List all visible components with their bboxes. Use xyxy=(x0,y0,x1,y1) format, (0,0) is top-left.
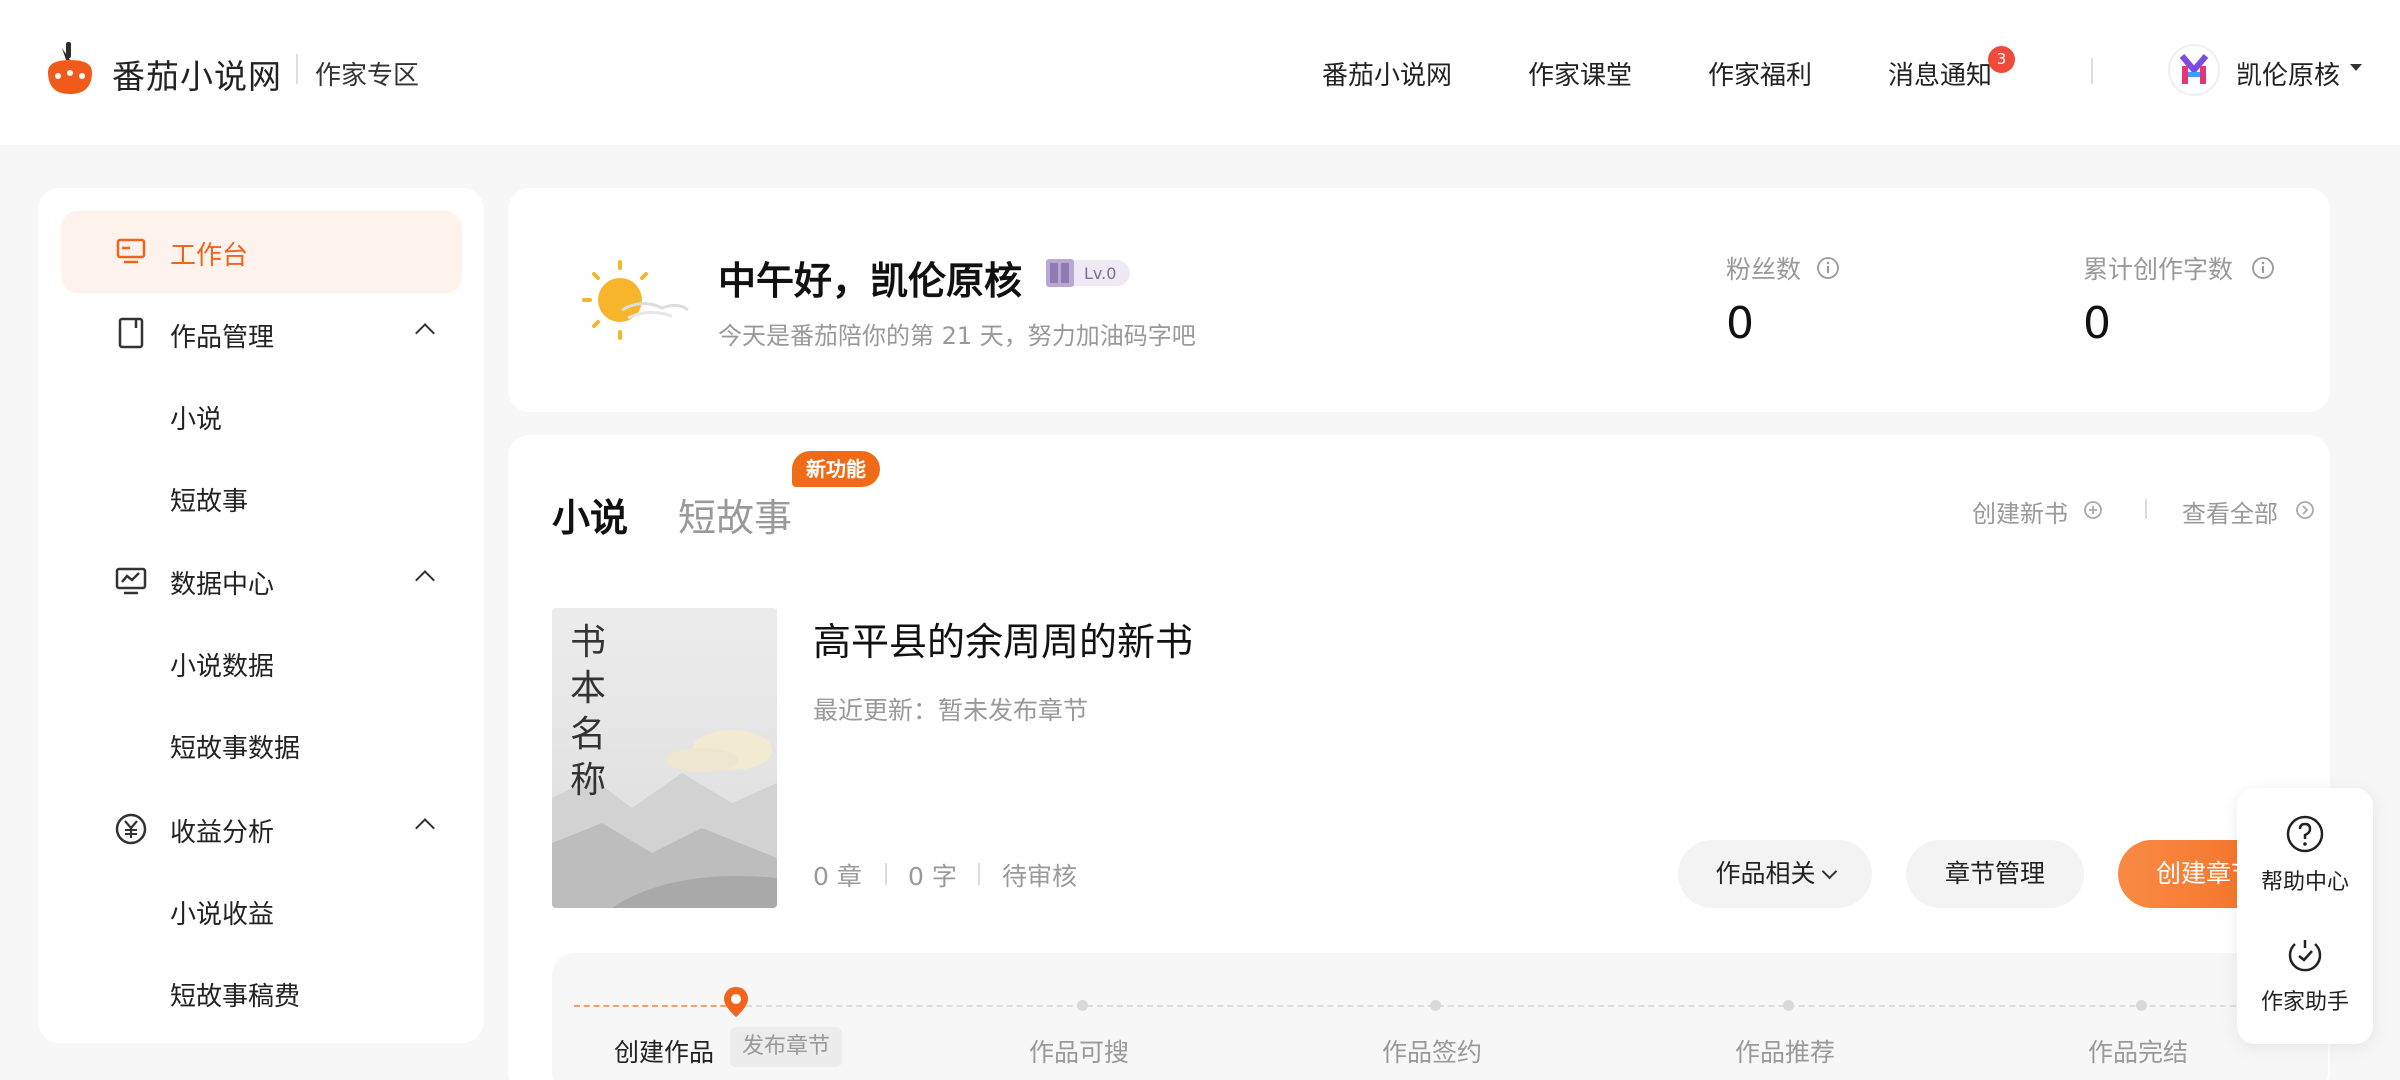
book-cover[interactable]: 书本名称 xyxy=(552,608,777,908)
step-line xyxy=(574,1005,736,1007)
caret-down-icon[interactable] xyxy=(2350,64,2362,71)
publish-chapter-tag[interactable]: 发布章节 xyxy=(730,1027,842,1067)
question-circle-icon[interactable] xyxy=(2285,814,2325,854)
new-feature-badge: 新功能 xyxy=(792,451,880,487)
brand-subtitle: 作家专区 xyxy=(315,61,420,91)
step-work-signed: 作品签约 xyxy=(1382,1038,1483,1067)
assistant-icon[interactable] xyxy=(2285,934,2325,974)
avatar-logo-icon xyxy=(2179,54,2209,84)
tab-short-story[interactable]: 短故事 xyxy=(678,487,792,542)
sun-icon xyxy=(582,260,689,340)
works-card: 小说 短故事 新功能 创建新书 查看全部 书本名称 高平县的余周周的新书 最近更… xyxy=(508,435,2330,1080)
greeting-title: 中午好，凯伦原核 xyxy=(718,259,1023,303)
chevron-up-icon[interactable] xyxy=(415,818,435,838)
divider xyxy=(296,54,298,84)
view-all-link[interactable]: 查看全部 xyxy=(2182,494,2278,529)
writer-assistant-label[interactable]: 作家助手 xyxy=(2237,984,2373,1016)
location-pin-icon xyxy=(724,987,748,1017)
step-dot xyxy=(2136,1000,2147,1011)
step-dot xyxy=(1430,1000,1441,1011)
level-book-icon xyxy=(1046,259,1074,287)
chart-monitor-icon xyxy=(115,567,147,595)
sidebar-item-short-story-fee[interactable]: 短故事稿费 xyxy=(170,976,300,1013)
last-update-text: 最近更新：暂未发布章节 xyxy=(813,696,1089,725)
divider xyxy=(2091,58,2093,84)
step-work-completed: 作品完结 xyxy=(2088,1038,2189,1067)
yuan-coin-icon xyxy=(115,813,147,845)
username[interactable]: 凯伦原核 xyxy=(2236,55,2340,92)
chevron-up-icon[interactable] xyxy=(415,323,435,343)
divider xyxy=(885,863,887,885)
cover-title: 书本名称 xyxy=(570,622,607,801)
step-create-work: 创建作品 xyxy=(614,1038,715,1067)
nav-writer-benefits[interactable]: 作家福利 xyxy=(1708,55,1812,92)
sidebar-label-workbench[interactable]: 工作台 xyxy=(170,235,248,272)
level-badge[interactable]: Lv.0 xyxy=(1042,254,1130,292)
arrow-right-circle-icon[interactable] xyxy=(2294,499,2316,521)
sidebar-item-novel[interactable]: 小说 xyxy=(170,399,222,436)
total-words-value: 0 xyxy=(2083,298,2111,349)
brand-name[interactable]: 番茄小说网 xyxy=(112,50,282,98)
chevron-up-icon[interactable] xyxy=(415,570,435,590)
sidebar: 工作台 作品管理 小说 短故事 数据中心 小说数据 短故事数据 收益分析 小说收… xyxy=(38,188,484,1043)
work-related-button[interactable]: 作品相关 xyxy=(1678,840,1872,908)
book-icon xyxy=(118,317,144,349)
greeting-card: 中午好，凯伦原核 Lv.0 今天是番茄陪你的第 21 天，努力加油码字吧 粉丝数… xyxy=(508,188,2330,412)
sidebar-item-data-center[interactable]: 数据中心 xyxy=(170,564,274,601)
sidebar-item-short-story[interactable]: 短故事 xyxy=(170,481,248,518)
step-line xyxy=(736,1005,2306,1007)
notification-count-badge: 3 xyxy=(1988,46,2015,73)
nav-fanqie-novel[interactable]: 番茄小说网 xyxy=(1322,55,1452,92)
plus-circle-icon[interactable] xyxy=(2082,499,2104,521)
info-icon[interactable] xyxy=(1816,256,1840,280)
sidebar-item-works-manage[interactable]: 作品管理 xyxy=(170,317,274,354)
step-dot xyxy=(1783,1000,1794,1011)
level-text: Lv.0 xyxy=(1084,264,1117,283)
tomato-logo-icon[interactable] xyxy=(44,40,96,96)
top-header: 番茄小说网 作家专区 番茄小说网 作家课堂 作家福利 消息通知 3 凯伦原核 xyxy=(0,0,2400,145)
book-title[interactable]: 高平县的余周周的新书 xyxy=(813,611,1193,666)
nav-notifications[interactable]: 消息通知 xyxy=(1888,55,1992,92)
chapter-manage-button[interactable]: 章节管理 xyxy=(1906,840,2084,908)
fans-value: 0 xyxy=(1726,298,1754,349)
work-related-label: 作品相关 xyxy=(1715,859,1816,888)
nav-writer-class[interactable]: 作家课堂 xyxy=(1528,55,1632,92)
tab-novel[interactable]: 小说 xyxy=(552,487,628,542)
chevron-down-icon xyxy=(1821,863,1837,880)
review-status: 待审核 xyxy=(1002,862,1078,891)
divider xyxy=(2145,499,2147,519)
avatar[interactable] xyxy=(2168,44,2220,96)
step-work-searchable: 作品可搜 xyxy=(1029,1038,1130,1067)
total-words-label: 累计创作字数 xyxy=(2083,255,2234,284)
step-dot xyxy=(1077,1000,1088,1011)
sidebar-item-novel-revenue[interactable]: 小说收益 xyxy=(170,894,274,931)
sidebar-item-short-story-data[interactable]: 短故事数据 xyxy=(170,728,300,765)
step-work-recommended: 作品推荐 xyxy=(1735,1038,1836,1067)
monitor-icon xyxy=(116,238,146,264)
help-center-label[interactable]: 帮助中心 xyxy=(2237,864,2373,896)
create-book-link[interactable]: 创建新书 xyxy=(1972,494,2068,529)
chapter-count: 0 章 xyxy=(813,862,862,891)
progress-steps: 创建作品 发布章节 作品可搜 作品签约 作品推荐 作品完结 xyxy=(552,953,2328,1080)
sidebar-item-novel-data[interactable]: 小说数据 xyxy=(170,646,274,683)
floating-help-panel: 帮助中心 作家助手 xyxy=(2237,788,2373,1044)
chapter-manage-label: 章节管理 xyxy=(1944,859,2045,888)
info-icon[interactable] xyxy=(2251,256,2275,280)
greeting-subtitle: 今天是番茄陪你的第 21 天，努力加油码字吧 xyxy=(718,322,1196,350)
sidebar-item-revenue[interactable]: 收益分析 xyxy=(170,812,274,849)
divider xyxy=(978,863,980,885)
fans-label: 粉丝数 xyxy=(1726,255,1802,284)
word-count: 0 字 xyxy=(908,862,957,891)
